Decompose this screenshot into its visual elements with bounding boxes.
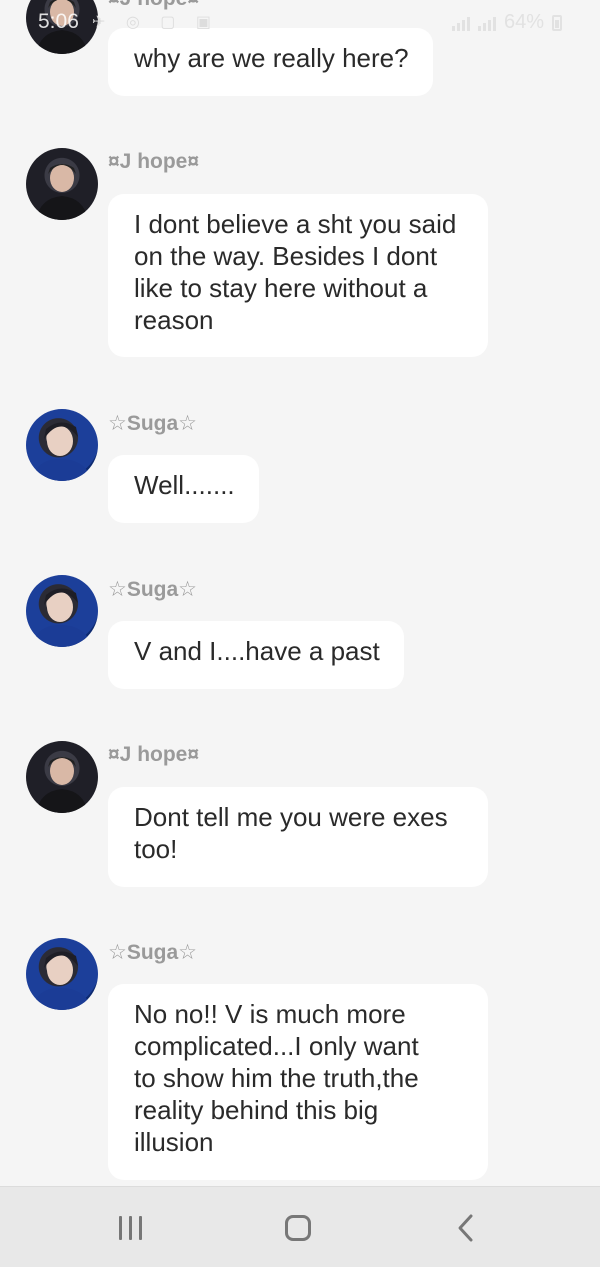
status-bar: 5:06 ✈ ◎ ▢ ▣ 64% — [0, 0, 600, 44]
sender-name: ☆Suga☆ — [108, 412, 197, 435]
system-nav-bar — [0, 1186, 600, 1267]
message-bubble[interactable]: V and I....have a past — [108, 621, 404, 689]
signal-icon-2 — [477, 15, 496, 31]
recents-button[interactable] — [80, 1187, 180, 1267]
battery-percent: 64% — [503, 11, 544, 33]
jhope-avatar[interactable] — [26, 148, 98, 220]
home-button[interactable] — [248, 1187, 348, 1267]
message-bubble[interactable]: Well....... — [108, 455, 259, 523]
message-bubble[interactable]: I dont believe a sht you said on the way… — [108, 194, 488, 357]
signal-icon — [451, 15, 470, 31]
jhope-avatar[interactable] — [26, 741, 98, 813]
status-time: 5:06 — [38, 10, 79, 33]
sender-name: ¤J hope¤ — [108, 150, 200, 173]
sender-name: ☆Suga☆ — [108, 578, 197, 601]
status-right: 64% — [451, 11, 562, 34]
sender-name: ¤J hope¤ — [108, 743, 200, 766]
back-button[interactable] — [416, 1187, 516, 1267]
home-icon — [285, 1214, 311, 1241]
chat-screen: 5:06 ✈ ◎ ▢ ▣ 64% ¤J hope¤ why are we rea… — [0, 0, 600, 1267]
suga-avatar[interactable] — [26, 575, 98, 647]
battery-icon — [552, 14, 562, 31]
notification-icons: ✈ ◎ ▢ ▣ — [92, 14, 219, 31]
message-bubble[interactable]: Dont tell me you were exes too! — [108, 787, 488, 887]
suga-avatar[interactable] — [26, 409, 98, 481]
recents-icon — [118, 1215, 142, 1240]
message-bubble[interactable]: No no!! V is much more complicated...I o… — [108, 984, 488, 1180]
suga-avatar[interactable] — [26, 938, 98, 1010]
sender-name: ☆Suga☆ — [108, 941, 197, 964]
back-icon — [455, 1213, 477, 1243]
